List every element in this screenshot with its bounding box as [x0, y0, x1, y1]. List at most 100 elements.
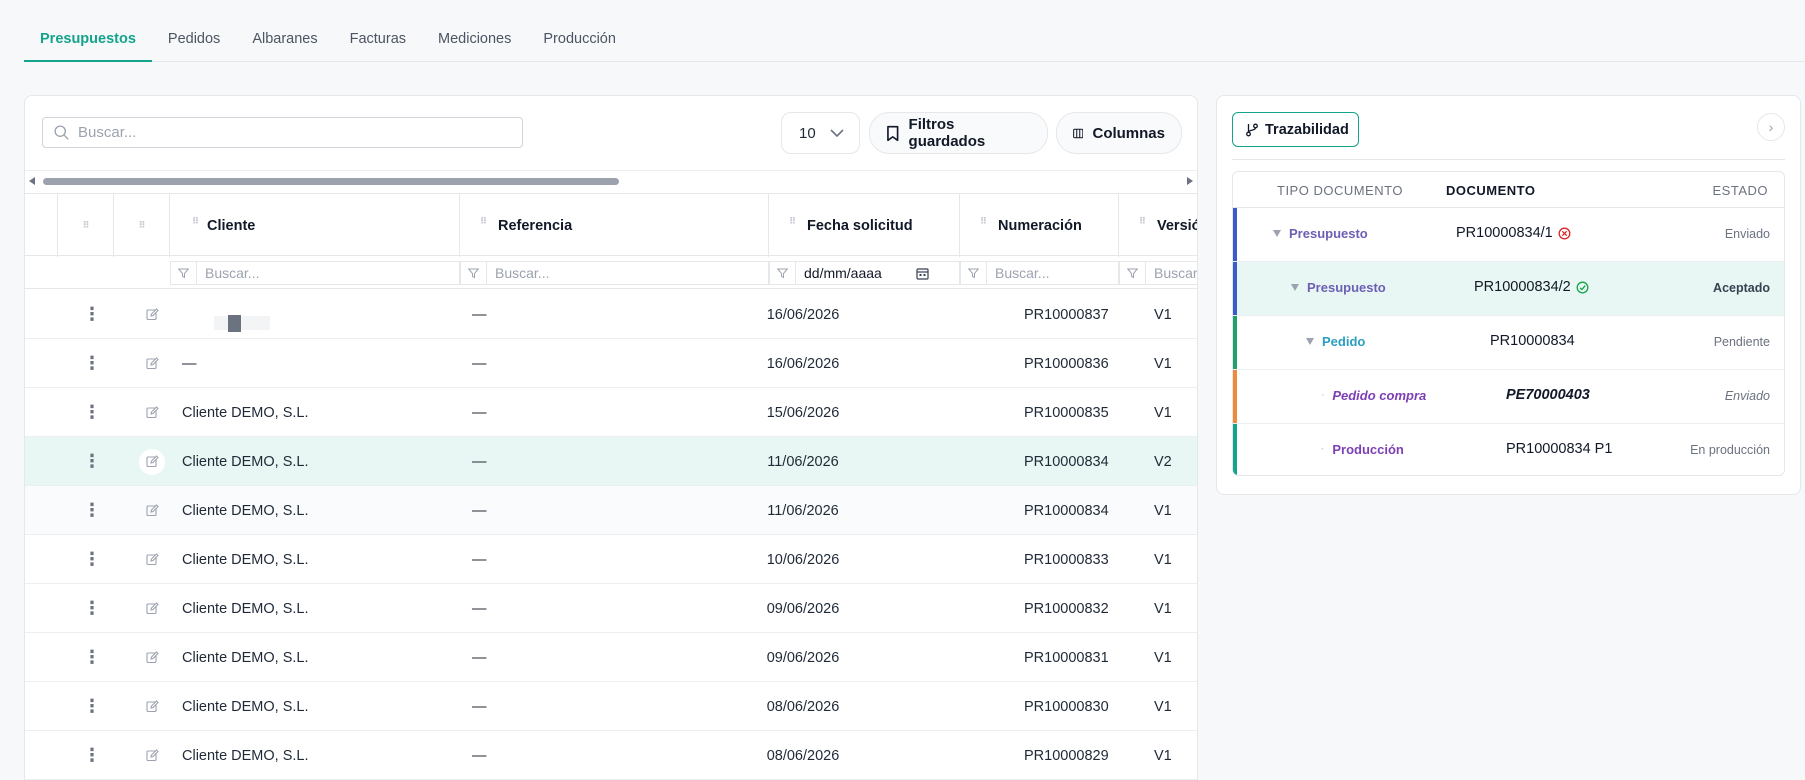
trazabilidad-row[interactable]: · Pedido compra PE70000403 Enviado [1233, 370, 1784, 424]
trazabilidad-row[interactable]: Pedido PR10000834 Pendiente [1233, 316, 1784, 370]
calendar-icon[interactable] [916, 267, 929, 280]
edit-row-button[interactable] [139, 388, 165, 437]
drag-handle-icon[interactable]: ⠿ [980, 216, 987, 227]
documento-cell: PR10000834 P1 [1506, 441, 1612, 457]
row-menu-icon[interactable]: ⋮ [83, 584, 101, 633]
tab-produccion[interactable]: Producción [527, 24, 632, 62]
search-input[interactable] [78, 124, 498, 141]
filter-referencia[interactable]: Buscar... [460, 261, 769, 285]
tab-albaranes[interactable]: Albaranes [236, 24, 333, 62]
row-menu-icon[interactable]: ⋮ [83, 290, 101, 339]
header-referencia[interactable]: ⠿ Referencia [460, 194, 769, 257]
trazabilidad-row[interactable]: Presupuesto PR10000834/2 Aceptado [1233, 262, 1784, 316]
cell-fecha: 09/06/2026 [766, 649, 840, 666]
table-row[interactable]: ⋮ Cliente DEMO, S.L. — 08/06/2026 PR1000… [25, 731, 1197, 780]
documento-link[interactable]: PR10000834/1 [1456, 225, 1553, 241]
edit-row-button[interactable] [139, 437, 165, 486]
drag-handle-icon[interactable]: ⠿ [192, 216, 199, 227]
documento-cell: PR10000834/1 [1456, 225, 1571, 241]
cell-numeracion: PR10000837 [1024, 306, 1109, 323]
expand-triangle-icon[interactable] [1291, 284, 1299, 291]
filter-cliente[interactable]: Buscar... [170, 261, 460, 285]
row-menu-icon[interactable]: ⋮ [83, 535, 101, 584]
drag-handle-icon[interactable]: ⠿ [138, 220, 145, 231]
filter-funnel-icon[interactable] [1120, 262, 1146, 284]
filter-numeracion[interactable]: Buscar... [960, 261, 1119, 285]
filter-funnel-icon[interactable] [961, 262, 987, 284]
filter-fecha[interactable]: dd/mm/aaaa [769, 261, 960, 285]
table-row[interactable]: ⋮ Cliente DEMO, S.L. — 11/06/2026 PR1000… [25, 437, 1197, 486]
row-menu-icon[interactable]: ⋮ [83, 486, 101, 535]
header-fecha[interactable]: ⠿ Fecha solicitud [769, 194, 960, 257]
tab-facturas[interactable]: Facturas [334, 24, 422, 62]
estado-cell: Enviado [1724, 227, 1770, 241]
scrollbar-thumb[interactable] [43, 178, 619, 185]
documento-link[interactable]: PE70000403 [1506, 387, 1590, 403]
table-row[interactable]: ⋮ — 16/06/2026 PR10000837 V1 [25, 290, 1197, 339]
trazabilidad-row[interactable]: · Producción PR10000834 P1 En producción [1233, 424, 1784, 475]
edit-row-button[interactable] [139, 682, 165, 731]
filter-funnel-icon[interactable] [461, 262, 487, 284]
tab-presupuestos[interactable]: Presupuestos [24, 24, 152, 62]
filter-version[interactable]: Buscar... [1119, 261, 1197, 285]
columns-button[interactable]: Columnas [1056, 112, 1182, 154]
filter-funnel-icon[interactable] [770, 262, 796, 284]
edit-row-button[interactable] [139, 633, 165, 682]
expand-triangle-icon[interactable] [1273, 230, 1281, 237]
edit-row-button[interactable] [139, 290, 165, 339]
documento-link[interactable]: PR10000834 P1 [1506, 441, 1612, 457]
edit-row-button[interactable] [139, 584, 165, 633]
tab-pedidos[interactable]: Pedidos [152, 24, 236, 62]
edit-row-button[interactable] [139, 731, 165, 780]
table-row[interactable]: ⋮ Cliente DEMO, S.L. — 08/06/2026 PR1000… [25, 682, 1197, 731]
cell-cliente-container [182, 290, 270, 339]
horizontal-scrollbar[interactable] [25, 176, 1197, 188]
drag-handle-icon[interactable]: ⠿ [82, 220, 89, 231]
table-row[interactable]: ⋮ — — 16/06/2026 PR10000836 V1 [25, 339, 1197, 388]
tab-mediciones[interactable]: Mediciones [422, 24, 527, 62]
cell-cliente-container: Cliente DEMO, S.L. [182, 633, 309, 682]
row-menu-icon[interactable]: ⋮ [83, 339, 101, 388]
documento-link[interactable]: PR10000834 [1490, 333, 1575, 349]
collapse-panel-button[interactable]: › [1757, 113, 1785, 141]
git-branch-icon [1246, 123, 1258, 136]
table-row[interactable]: ⋮ Cliente DEMO, S.L. — 11/06/2026 PR1000… [25, 486, 1197, 535]
cell-referencia: — [472, 502, 487, 519]
cell-fecha: 16/06/2026 [766, 355, 840, 372]
cell-referencia: — [472, 306, 487, 323]
table-row[interactable]: ⋮ Cliente DEMO, S.L. — 09/06/2026 PR1000… [25, 633, 1197, 682]
saved-filters-button[interactable]: Filtros guardados [869, 112, 1048, 154]
header-numeracion[interactable]: ⠿ Numeración [960, 194, 1119, 257]
scroll-left-icon[interactable] [29, 177, 35, 185]
drag-handle-icon[interactable]: ⠿ [789, 216, 796, 227]
filter-funnel-icon[interactable] [171, 262, 197, 284]
row-menu-icon[interactable]: ⋮ [83, 682, 101, 731]
row-type-bar [1233, 316, 1237, 369]
trazabilidad-button[interactable]: Trazabilidad [1232, 112, 1359, 147]
documento-link[interactable]: PR10000834/2 [1474, 279, 1571, 295]
drag-handle-icon[interactable]: ⠿ [480, 216, 487, 227]
cell-version: V1 [1154, 649, 1172, 666]
row-menu-icon[interactable]: ⋮ [83, 437, 101, 486]
table-row[interactable]: ⋮ Cliente DEMO, S.L. — 10/06/2026 PR1000… [25, 535, 1197, 584]
drag-handle-icon[interactable]: ⠿ [1139, 216, 1146, 227]
page-size-select[interactable]: 10 [781, 112, 860, 154]
trazabilidad-row[interactable]: Presupuesto PR10000834/1 Enviado [1233, 208, 1784, 262]
table-header: ⠿ ⠿ ⠿ Cliente ⠿ Referencia ⠿ Fecha solic… [25, 193, 1197, 257]
row-menu-icon[interactable]: ⋮ [83, 388, 101, 437]
edit-row-button[interactable] [139, 339, 165, 388]
header-version[interactable]: ⠿ Versión [1119, 194, 1197, 257]
edit-row-button[interactable] [139, 535, 165, 584]
table-row[interactable]: ⋮ Cliente DEMO, S.L. — 15/06/2026 PR1000… [25, 388, 1197, 437]
expand-triangle-icon[interactable] [1306, 338, 1314, 345]
cell-cliente: Cliente DEMO, S.L. [182, 600, 309, 617]
cell-numeracion: PR10000830 [1024, 698, 1109, 715]
row-menu-icon[interactable]: ⋮ [83, 731, 101, 780]
scroll-right-icon[interactable] [1187, 177, 1193, 185]
table-row[interactable]: ⋮ Cliente DEMO, S.L. — 09/06/2026 PR1000… [25, 584, 1197, 633]
row-menu-icon[interactable]: ⋮ [83, 633, 101, 682]
edit-row-button[interactable] [139, 486, 165, 535]
redacted-client-placeholder [214, 314, 270, 332]
tipo-documento: Pedido [1306, 334, 1365, 349]
header-cliente[interactable]: ⠿ Cliente [170, 194, 460, 257]
